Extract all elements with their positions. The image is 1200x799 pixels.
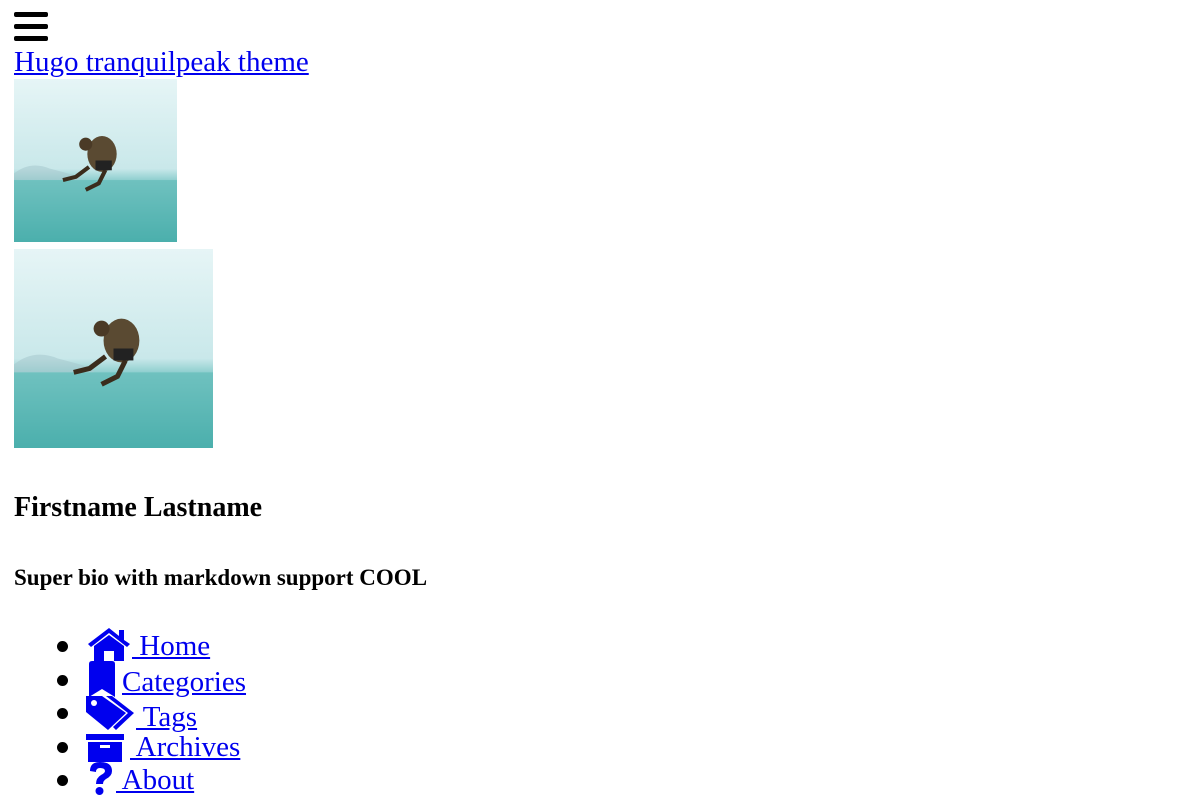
list-bullet [57,775,68,786]
site-title-link[interactable]: Hugo tranquilpeak theme [14,47,309,77]
nav-label-categories: Categories [122,665,247,698]
author-avatar-small[interactable] [14,79,177,242]
sidebar-nav: Home Categories Tags Archives About [14,627,1186,796]
bookmark-icon [86,660,122,697]
nav-label-about: About [116,764,195,796]
tags-icon [86,694,136,732]
question-icon [86,761,116,795]
list-bullet [57,708,68,719]
avatar-photo [14,249,213,448]
author-name: Firstname Lastname [14,492,263,523]
nav-label-home: Home [132,630,211,662]
sidebar-item-home: Home [14,627,1186,662]
nav-link-categories[interactable]: Categories [86,660,247,698]
home-icon [86,627,132,661]
list-bullet [57,641,68,652]
nav-link-home[interactable]: Home [86,627,211,662]
list-bullet [57,741,68,753]
list-bullet [57,674,68,686]
avatar-photo [14,79,177,242]
page: Hugo tranquilpeak theme Firstname Lastna… [14,0,1186,796]
nav-link-about[interactable]: About [86,761,195,796]
sidebar-item-about: About [14,761,1186,796]
author-bio: Super bio with markdown support COOL [14,565,428,590]
bars-icon [14,10,50,46]
author-avatar-large[interactable] [14,249,213,448]
archive-icon [86,728,130,762]
sidebar-item-archives: Archives [14,728,1186,763]
nav-label-archives: Archives [130,730,241,763]
menu-button[interactable] [14,10,50,46]
sidebar-item-categories: Categories [14,660,1186,698]
nav-link-archives[interactable]: Archives [86,731,240,763]
sidebar-item-tags: Tags [14,694,1186,733]
